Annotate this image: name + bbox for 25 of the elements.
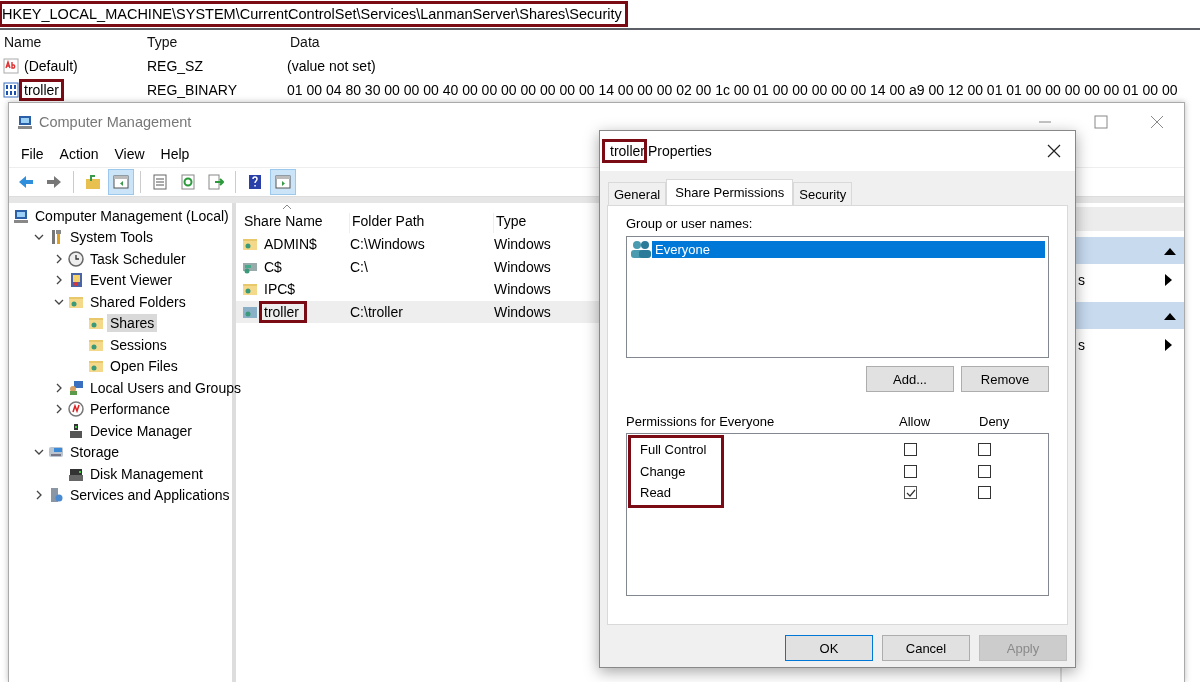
column-header: Allow (899, 414, 932, 429)
group-label: Group or user names: (626, 216, 754, 231)
share-type: Windows (494, 281, 551, 298)
column-header: Deny (979, 414, 1011, 429)
permission-name: Read (639, 484, 673, 502)
dialog-title: troller (604, 141, 645, 161)
permission-name: Full Control (639, 441, 708, 459)
folder-path: C:\troller (350, 303, 403, 320)
dialog-title: Properties (648, 143, 713, 159)
share-name: C$ (263, 257, 283, 276)
share-type: Windows (494, 258, 551, 275)
share-name: ADMIN$ (263, 235, 318, 254)
value-type: REG_BINARY (146, 82, 237, 98)
folder-path: C:\Windows (350, 236, 425, 253)
share-name: IPC$ (263, 280, 297, 299)
value-type: REG_SZ (146, 58, 203, 74)
share-type: Windows (494, 236, 551, 253)
share-type: Windows (494, 303, 551, 320)
value-data: 01 00 04 80 30 00 00 00 40 00 00 00 00 00 00 00 14 00 00 00 02 00 1c 00 01 00 00 00 00 00 14 00 a9 00 12 00 01 01 00 00 00 00 00 01 00 00 (286, 82, 1178, 98)
folder-path: C:\ (350, 258, 368, 275)
share-name: troller (261, 302, 305, 321)
value-data: (value not set) (286, 58, 376, 74)
window-title: Computer Management (39, 114, 193, 130)
permissions-label: Permissions for Everyone (626, 414, 776, 429)
permission-name: Change (639, 462, 687, 481)
